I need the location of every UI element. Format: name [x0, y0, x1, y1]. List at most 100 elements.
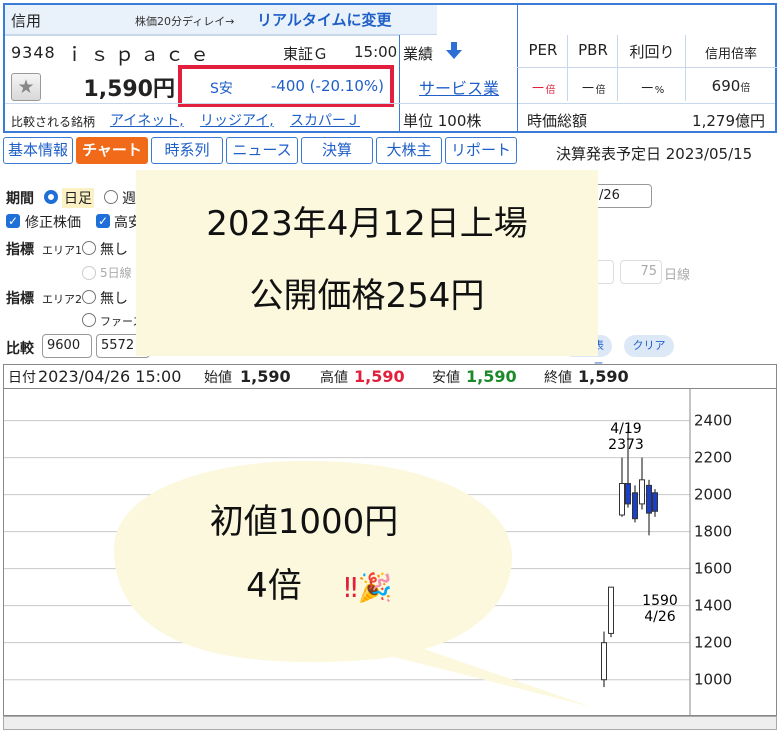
quote-time: 15:00 — [354, 43, 398, 61]
divider — [617, 35, 618, 101]
tab-chart[interactable]: チャート — [76, 137, 148, 164]
candle-body — [625, 483, 631, 505]
offering-price-text: 公開価格254円 — [249, 276, 485, 316]
open-label: 始値 — [204, 370, 232, 386]
per-value: －倍 — [530, 79, 556, 97]
adjusted-price-label: 修正株価 — [25, 215, 81, 231]
high-price-label: 2373 — [608, 437, 644, 453]
tab-news[interactable]: ニュース — [226, 137, 298, 164]
tab-major-holders[interactable]: 大株主 — [376, 137, 442, 164]
candle — [608, 586, 614, 638]
ma-input-75[interactable]: 75 — [620, 260, 662, 284]
compare-link-3[interactable]: スカパーＪ — [290, 110, 360, 130]
low-label: 安値 — [432, 370, 460, 386]
candle-body — [646, 484, 652, 514]
tab-earnings[interactable]: 決算 — [301, 137, 373, 164]
compare-stocks-label: 比較される銘柄 — [11, 115, 96, 129]
chart-ohlc-bar: 日付 2023/04/26 15:00 始値 1,590 高値 1,590 安値… — [4, 365, 776, 389]
date-value: 2023/04/26 15:00 — [38, 367, 182, 386]
candlestick-svg: 1000 1200 1400 1600 1800 2000 2200 2400 初値1000円… — [4, 389, 732, 715]
ma5-label: 5日線 — [100, 266, 132, 280]
bubble-line-1: 初値1000円 — [210, 502, 399, 542]
candle-body — [652, 492, 658, 512]
stock-code: 9348 — [11, 43, 56, 62]
sector-link[interactable]: サービス業 — [419, 75, 499, 99]
compare-label: 比較 — [6, 341, 34, 357]
stock-name: ｉｓｐａｃｅ — [65, 44, 216, 66]
high-low-checkbox[interactable]: ✓ — [96, 214, 110, 228]
tab-timeseries[interactable]: 時系列 — [151, 137, 223, 164]
period-daily-radio[interactable] — [44, 190, 58, 204]
close-value: 1,590 — [578, 367, 629, 386]
stop-low-badge: S安 — [210, 81, 233, 97]
delay-note: 株価20分ディレイ→ — [135, 15, 235, 28]
y-tick-label: 2000 — [694, 486, 732, 504]
high-date-label: 4/19 — [610, 421, 641, 437]
divider — [685, 35, 686, 101]
indicator-label-2: 指標 — [6, 291, 34, 307]
realtime-link[interactable]: リアルタイムに変更 — [257, 9, 392, 30]
listing-caption-box: 2023年4月12日上場 公開価格254円 — [136, 170, 598, 356]
margin-ratio-label: 信用倍率 — [704, 47, 757, 62]
price-change-box: S安 -400 (-20.10%) — [178, 65, 394, 107]
divider — [567, 35, 568, 101]
performance-label: 業績 — [403, 45, 434, 63]
down-arrow-icon[interactable] — [445, 40, 463, 60]
current-price: 1,590円 — [83, 77, 175, 102]
compare-input-1[interactable]: 9600 — [42, 334, 92, 358]
candle — [639, 457, 645, 510]
period-weekly-radio[interactable] — [104, 190, 118, 204]
day-line-label: 日線 — [664, 268, 691, 283]
ma-75-value: 75 — [640, 264, 657, 279]
y-tick-label: 1800 — [694, 523, 732, 541]
ma5-radio[interactable] — [82, 266, 96, 280]
price-chart: 日付 2023/04/26 15:00 始値 1,590 高値 1,590 安値… — [3, 364, 777, 716]
indicator-label-1: 指標 — [6, 242, 34, 258]
area2-none-radio[interactable] — [82, 290, 96, 304]
candle — [632, 485, 638, 523]
earnings-date: 決算発表予定日 2023/05/15 — [556, 145, 753, 163]
divider — [517, 5, 518, 131]
party-emoji: ‼🎉 — [344, 571, 392, 604]
area1-none-radio[interactable] — [82, 241, 96, 255]
candle-body — [608, 586, 614, 634]
y-tick-label: 2200 — [694, 449, 732, 467]
close-label: 終値 — [544, 370, 572, 386]
area2-none-label: 無し — [100, 291, 128, 307]
adjusted-price-checkbox[interactable]: ✓ — [6, 214, 20, 228]
y-tick-label: 1000 — [694, 671, 732, 689]
trading-unit: 単位 100株 — [403, 112, 482, 130]
open-value: 1,590 — [240, 367, 291, 386]
candle-body — [632, 492, 638, 520]
market-cap-label: 時価総額 — [527, 112, 588, 130]
area2-first-radio[interactable] — [82, 313, 96, 327]
tab-report[interactable]: リポート — [445, 137, 517, 164]
candle-body — [601, 642, 607, 681]
favorite-star-icon[interactable]: ★ — [11, 73, 41, 101]
per-label: PER — [528, 41, 558, 59]
candles — [601, 425, 658, 688]
divider — [517, 67, 777, 68]
candle-body — [639, 479, 645, 505]
market-cap-value: 1,279億円 — [692, 112, 765, 130]
candle — [652, 489, 658, 517]
bubble-line-2: 4倍 — [246, 566, 302, 606]
tab-basic-info[interactable]: 基本情報 — [3, 137, 73, 164]
last-price-label: 1590 — [642, 593, 678, 609]
compare-link-1[interactable]: アイネット, — [110, 110, 184, 130]
area1-none-label: 無し — [100, 242, 128, 258]
chart-scrollbar[interactable] — [3, 716, 777, 730]
compare-link-2[interactable]: リッジアイ, — [200, 110, 274, 130]
y-axis: 1000 1200 1400 1600 1800 2000 2200 2400 — [694, 412, 732, 689]
market-label: 東証Ｇ — [283, 45, 329, 63]
clear-button[interactable]: クリア — [624, 335, 674, 357]
area1-label: エリア1 — [42, 244, 82, 257]
y-tick-label: 1400 — [694, 597, 732, 615]
screen-root: 信用 株価20分ディレイ→ リアルタイムに変更 9348 ｉｓｐａｃｅ 東証Ｇ … — [0, 0, 780, 730]
candle — [601, 631, 607, 688]
price-change: -400 (-20.10%) — [270, 77, 384, 95]
high-label: 高値 — [320, 370, 348, 386]
end-date-input[interactable]: /26 — [594, 184, 652, 208]
yield-value: －% — [639, 79, 665, 97]
y-tick-label: 2400 — [694, 412, 732, 430]
